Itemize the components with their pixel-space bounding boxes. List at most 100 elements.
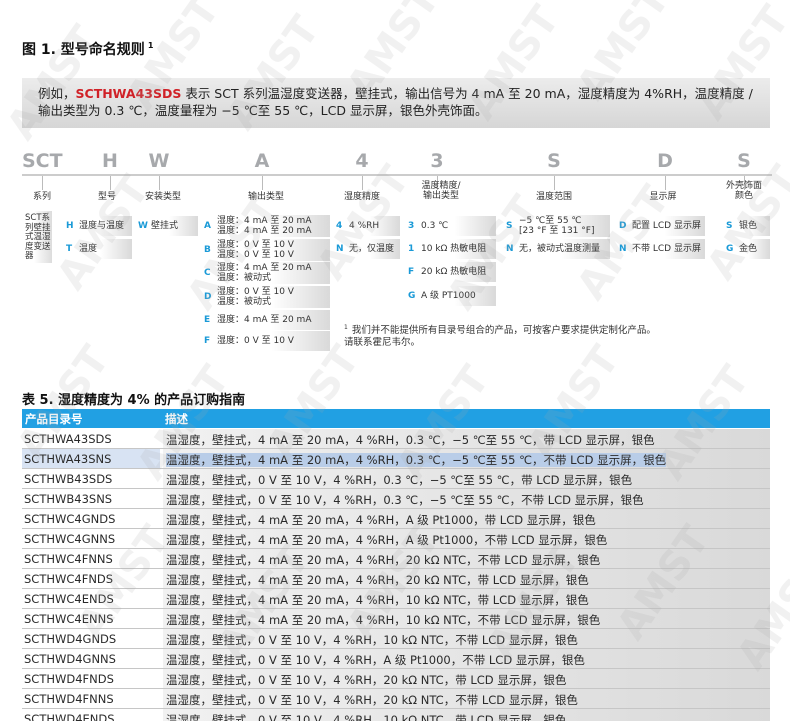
table-row[interactable]: SCTHWD4FNNS 温湿度，壁挂式，0 V 至 10 V，4 %RH，20 k…: [22, 689, 770, 709]
description-text: 温湿度，壁挂式，4 mA 至 20 mA，4 %RH，0.3 ℃，−5 ℃至 5…: [166, 433, 655, 447]
table-row[interactable]: SCTHWA43SDS 温湿度，壁挂式，4 mA 至 20 mA，4 %RH，0.…: [22, 429, 770, 449]
label-finish-color: 外壳饰面 颜色: [725, 181, 762, 201]
description-cell: 温湿度，壁挂式，4 mA 至 20 mA，4 %RH，20 kΩ NTC，带 L…: [162, 569, 770, 588]
description-text: 温湿度，壁挂式，4 mA 至 20 mA，4 %RH，10 kΩ NTC，带 L…: [166, 593, 589, 607]
table-row[interactable]: SCTHWC4GNDS 温湿度，壁挂式，4 mA 至 20 mA，4 %RH，A …: [22, 509, 770, 529]
option-output-d: D 湿度：0 V 至 10 V 温度：被动式: [200, 286, 330, 308]
ordering-table-body: SCTHWA43SDS 温湿度，壁挂式，4 mA 至 20 mA，4 %RH，0.…: [22, 429, 770, 721]
catalog-number-cell: SCTHWD4FNNS: [24, 692, 114, 706]
option-temp-acc-f: F 20 kΩ 热敏电阻: [404, 262, 496, 282]
code-part-series: SCT: [22, 150, 63, 172]
option-output-f: F 湿度：0 V 至 10 V: [200, 331, 330, 351]
option-display-d: D 配置 LCD 显示屏: [615, 216, 705, 236]
description-cell: 温湿度，壁挂式，4 mA 至 20 mA，4 %RH，20 kΩ NTC，不带 …: [162, 549, 770, 568]
description-text: 温湿度，壁挂式，4 mA 至 20 mA，4 %RH，20 kΩ NTC，不带 …: [166, 553, 601, 567]
description-text: 温湿度，壁挂式，4 mA 至 20 mA，4 %RH，0.3 ℃，−5 ℃至 5…: [166, 453, 667, 467]
code-drop-line: [362, 176, 363, 190]
description-text: 温湿度，壁挂式，0 V 至 10 V，4 %RH，0.3 ℃，−5 ℃至 55 …: [166, 473, 633, 487]
label-output: 输出类型: [247, 192, 284, 202]
description-cell: 温湿度，壁挂式，4 mA 至 20 mA，4 %RH，10 kΩ NTC，不带 …: [162, 609, 770, 628]
option-finish-g: G 金色: [722, 239, 770, 259]
option-temp-acc-1: 1 10 kΩ 热敏电阻: [404, 239, 496, 259]
description-cell: 温湿度，壁挂式，4 mA 至 20 mA，4 %RH，0.3 ℃，−5 ℃至 5…: [162, 429, 770, 448]
code-drop-line: [110, 176, 111, 190]
model-code-diagram: SCT H W A 4 3 S D S: [22, 150, 772, 190]
description-text: 温湿度，壁挂式，4 mA 至 20 mA，4 %RH，A 级 Pt1000，带 …: [166, 513, 596, 527]
table-row[interactable]: SCTHWD4GNNS 温湿度，壁挂式，0 V 至 10 V，4 %RH，A 级 …: [22, 649, 770, 669]
code-part-display: D: [657, 150, 673, 172]
column-header-catalog: 产品目录号: [25, 412, 83, 426]
description-cell: 温湿度，壁挂式，0 V 至 10 V，4 %RH，0.3 ℃，−5 ℃至 55 …: [162, 469, 770, 488]
option-model-h: H 湿度与温度: [62, 216, 132, 236]
example-model-number: SCTHWA43SDS: [75, 86, 182, 101]
catalog-number-cell: SCTHWB43SNS: [24, 492, 113, 506]
description-text: 温湿度，壁挂式，0 V 至 10 V，4 %RH，20 kΩ NTC，带 LCD…: [166, 673, 567, 687]
code-divider-line: [22, 174, 772, 176]
catalog-number-cell: SCTHWA43SDS: [24, 432, 112, 446]
catalog-number-cell: SCTHWC4ENNS: [24, 612, 114, 626]
figure-title: 图 1. 型号命名规则 1: [22, 41, 154, 58]
description-text: 温湿度，壁挂式，0 V 至 10 V，4 %RH，0.3 ℃，−5 ℃至 55 …: [166, 493, 644, 507]
code-part-humidity: 4: [355, 150, 369, 172]
table-row[interactable]: SCTHWA43SNS 温湿度，壁挂式，4 mA 至 20 mA，4 %RH，0.…: [22, 449, 770, 469]
description-cell: 温湿度，壁挂式，0 V 至 10 V，4 %RH，10 kΩ NTC，带 LCD…: [162, 709, 770, 721]
code-drop-line: [262, 176, 263, 190]
column-header-description: 描述: [165, 412, 188, 426]
label-temp-range: 温度范围: [535, 192, 572, 202]
catalog-number-cell: SCTHWD4GNDS: [24, 632, 117, 646]
description-text: 温湿度，壁挂式，0 V 至 10 V，4 %RH，10 kΩ NTC，带 LCD…: [166, 713, 567, 721]
table-row[interactable]: SCTHWD4ENDS 温湿度，壁挂式，0 V 至 10 V，4 %RH，10 k…: [22, 709, 770, 721]
description-cell: 温湿度，壁挂式，0 V 至 10 V，4 %RH，0.3 ℃，−5 ℃至 55 …: [162, 489, 770, 508]
table-row[interactable]: SCTHWC4FNDS 温湿度，壁挂式，4 mA 至 20 mA，4 %RH，20…: [22, 569, 770, 589]
description-cell: 温湿度，壁挂式，0 V 至 10 V，4 %RH，20 kΩ NTC，不带 LC…: [162, 689, 770, 708]
code-part-model: H: [102, 150, 118, 172]
description-cell: 温湿度，壁挂式，0 V 至 10 V，4 %RH，A 级 Pt1000，不带 L…: [162, 649, 770, 668]
description-cell: 温湿度，壁挂式，4 mA 至 20 mA，4 %RH，A 级 Pt1000，带 …: [162, 509, 770, 528]
option-humidity-4: 44 %RH: [332, 216, 400, 236]
option-output-c: C 湿度：4 mA 至 20 mA 温度：被动式: [200, 262, 330, 284]
table-row[interactable]: SCTHWD4FNDS 温湿度，壁挂式，0 V 至 10 V，4 %RH，20 k…: [22, 669, 770, 689]
description-text: 温湿度，壁挂式，4 mA 至 20 mA，4 %RH，A 级 Pt1000，不带…: [166, 533, 608, 547]
catalog-number-cell: SCTHWC4FNDS: [24, 572, 114, 586]
table-row[interactable]: SCTHWB43SDS 温湿度，壁挂式，0 V 至 10 V，4 %RH，0.3 …: [22, 469, 770, 489]
table-title: 表 5. 湿度精度为 4% 的产品订购指南: [22, 393, 246, 408]
code-drop-line: [159, 176, 160, 190]
option-display-n: N 不带 LCD 显示屏: [615, 239, 705, 259]
code-part-temp-range: S: [547, 150, 561, 172]
option-temp-acc-3: 3 0.3 ℃: [404, 216, 496, 236]
option-temp-acc-g: GA 级 PT1000: [404, 286, 496, 306]
catalog-number-cell: SCTHWD4GNNS: [24, 652, 116, 666]
table-row[interactable]: SCTHWD4GNDS 温湿度，壁挂式，0 V 至 10 V，4 %RH，10 k…: [22, 629, 770, 649]
option-finish-s: S 银色: [722, 216, 770, 236]
catalog-number-cell: SCTHWB43SDS: [24, 472, 113, 486]
catalog-number-cell: SCTHWC4ENDS: [24, 592, 114, 606]
description-cell: 温湿度，壁挂式，4 mA 至 20 mA，4 %RH，10 kΩ NTC，带 L…: [162, 589, 770, 608]
description-text: 温湿度，壁挂式，0 V 至 10 V，4 %RH，10 kΩ NTC，不带 LC…: [166, 633, 578, 647]
footnote: 1 我们并不能提供所有目录号组合的产品，可按客户要求提供定制化产品。 请联系霍尼韦…: [344, 324, 656, 348]
option-model-t: T 温度: [62, 239, 132, 259]
example-description: 例如，SCTHWA43SDS 表示 SCT 系列温湿度变送器，壁挂式，输出信号为…: [22, 78, 770, 128]
table-row[interactable]: SCTHWC4ENNS 温湿度，壁挂式，4 mA 至 20 mA，4 %RH，10…: [22, 609, 770, 629]
option-temp-range-s: S −5 ℃至 55 ℃ [23 °F 至 131 °F]: [502, 215, 610, 237]
catalog-number-cell: SCTHWD4ENDS: [24, 712, 115, 721]
option-temp-range-n: N 无，被动式温度测量: [502, 239, 610, 259]
option-mount-w: W 壁挂式: [134, 216, 198, 236]
description-text: 温湿度，壁挂式，0 V 至 10 V，4 %RH，A 级 Pt1000，不带 L…: [166, 653, 585, 667]
code-part-temp-accuracy: 3: [430, 150, 444, 172]
option-output-a: A 湿度：4 mA 至 20 mA 温度：4 mA 至 20 mA: [200, 215, 330, 237]
table-row[interactable]: SCTHWC4FNNS 温湿度，壁挂式，4 mA 至 20 mA，4 %RH，20…: [22, 549, 770, 569]
table-header: 产品目录号 描述: [22, 409, 770, 428]
code-part-mount: W: [148, 150, 170, 172]
table-row[interactable]: SCTHWC4ENDS 温湿度，壁挂式，4 mA 至 20 mA，4 %RH，10…: [22, 589, 770, 609]
description-cell: 温湿度，壁挂式，0 V 至 10 V，4 %RH，10 kΩ NTC，不带 LC…: [162, 629, 770, 648]
code-drop-line: [665, 176, 666, 190]
table-row[interactable]: SCTHWB43SNS 温湿度，壁挂式，0 V 至 10 V，4 %RH，0.3 …: [22, 489, 770, 509]
catalog-number-cell: SCTHWA43SNS: [22, 449, 160, 468]
table-row[interactable]: SCTHWC4GNNS 温湿度，壁挂式，4 mA 至 20 mA，4 %RH，A …: [22, 529, 770, 549]
series-description: SCT系列壁挂式温湿度变送器: [22, 211, 52, 263]
description-text: 温湿度，壁挂式，0 V 至 10 V，4 %RH，20 kΩ NTC，不带 LC…: [166, 693, 578, 707]
label-temp-accuracy: 温度精度/ 输出类型: [421, 181, 461, 201]
label-display: 显示屏: [649, 192, 677, 202]
label-series: 系列: [32, 192, 51, 202]
catalog-number-cell: SCTHWC4GNNS: [24, 532, 116, 546]
